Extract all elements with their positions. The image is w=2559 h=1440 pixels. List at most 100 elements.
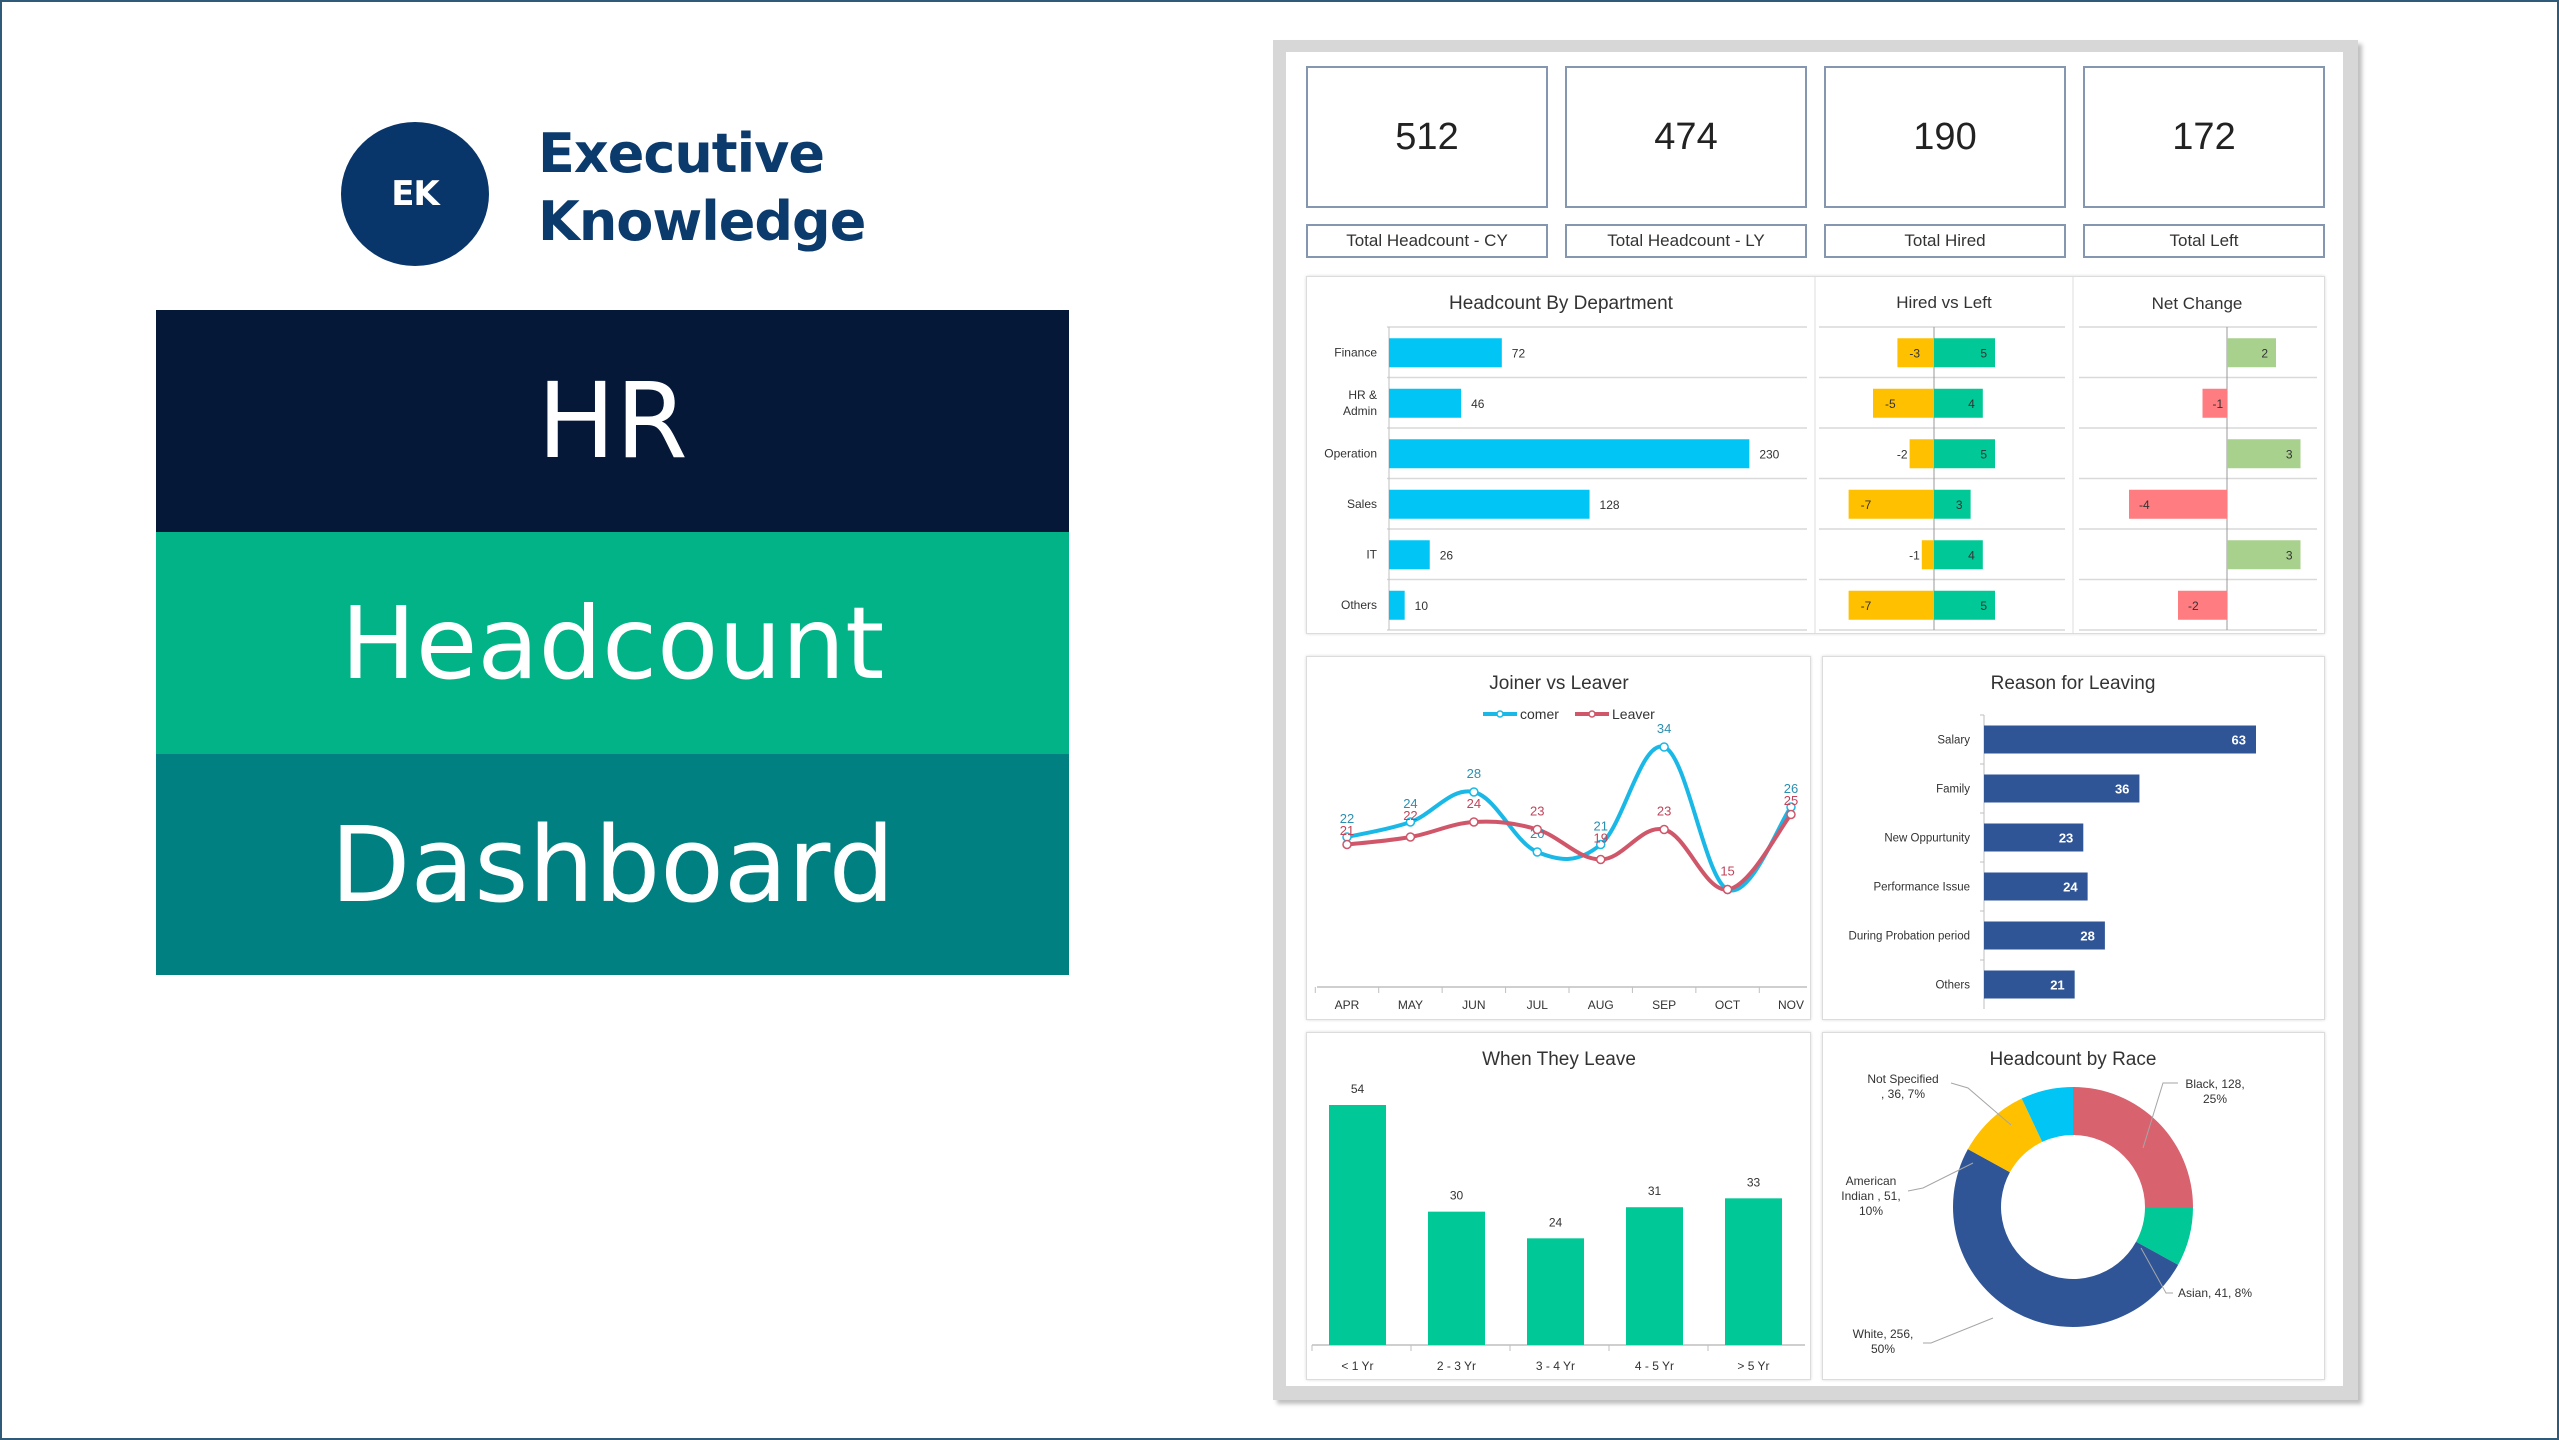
tenure-bar <box>1527 1238 1584 1345</box>
data-label-line: 50% <box>1871 1342 1895 1356</box>
department-bar <box>1389 439 1750 469</box>
title-band-headcount: Headcount <box>156 532 1069 754</box>
kpi-total-left-label: Total Left <box>2083 224 2325 258</box>
brand-name-line2: Knowledge <box>538 190 866 253</box>
data-label-line: American <box>1846 1174 1897 1188</box>
tenure-bar <box>1329 1105 1386 1345</box>
legend-marker <box>1588 710 1596 718</box>
data-point <box>1532 824 1543 835</box>
department-bar <box>1389 489 1590 519</box>
department-bar <box>1389 590 1405 620</box>
category-label: New Oppurtunity <box>1884 833 1970 845</box>
data-point <box>1659 742 1669 752</box>
leader-line <box>1923 1317 1994 1344</box>
data-label-line: , 36, 7% <box>1881 1087 1925 1101</box>
hired-bar <box>1934 540 1983 570</box>
when-they-leave-svg: When They Leave 54 < 1 Yr 30 2 - 3 Yr 24 3 - 4… <box>1311 1049 1805 1373</box>
data-label: 3 <box>1956 498 1963 512</box>
net-change-bar <box>2227 338 2276 368</box>
tenure-bar <box>1725 1198 1782 1345</box>
chart-title: Reason for Leaving <box>1991 673 2156 694</box>
x-tick-label: < 1 Yr <box>1341 1359 1373 1373</box>
headcount-by-race-svg: Headcount by Race Black, 128, 25% Asian, 41… <box>1841 1049 2252 1356</box>
chart-title: Headcount by Race <box>1990 1049 2157 1070</box>
data-label: 72 <box>1512 346 1526 360</box>
tenure-bar <box>1428 1211 1485 1345</box>
data-point <box>1595 854 1606 865</box>
left-bar <box>1873 388 1934 418</box>
data-label: -2 <box>1897 447 1908 461</box>
data-label: 128 <box>1600 498 1620 512</box>
data-label: 23 <box>1530 804 1544 819</box>
hired-bar <box>1934 388 1983 418</box>
data-point <box>1342 839 1352 850</box>
data-label: -7 <box>1861 599 1872 613</box>
data-label: -3 <box>1909 346 1920 360</box>
joiner-vs-leaver-chart: Joiner vs Leaver comer Leaver APR MAY JUN JUL A… <box>1306 656 1811 1020</box>
category-label: Performance Issue <box>1873 882 1970 894</box>
chart-title: When They Leave <box>1482 1049 1636 1070</box>
data-label: Black, 128, 25% <box>2185 1077 2244 1106</box>
data-label: White, 256, 50% <box>1853 1327 1914 1356</box>
data-label: 54 <box>1351 1082 1365 1096</box>
category-label: Operation <box>1324 446 1377 460</box>
data-point <box>1722 884 1733 895</box>
data-label: 19 <box>1593 831 1607 846</box>
department-bar <box>1389 540 1430 570</box>
data-label: 4 <box>1968 397 1975 411</box>
department-section: Headcount By Department Hired vs Left Net … <box>1306 276 2325 634</box>
x-tick-label: 4 - 5 Yr <box>1635 1359 1674 1373</box>
x-tick-label: OCT <box>1715 998 1741 1012</box>
legend-label: Leaver <box>1612 706 1655 722</box>
x-tick-label: SEP <box>1652 998 1676 1012</box>
kpi-total-hired-value: 190 <box>1824 66 2066 208</box>
category-label: Admin <box>1343 404 1377 418</box>
logo-badge: EK <box>341 122 489 266</box>
left-bar <box>1909 439 1934 469</box>
chart-title: Net Change <box>2152 294 2243 313</box>
data-label: Asian, 41, 8% <box>2178 1286 2252 1300</box>
data-label-line: 10% <box>1859 1204 1883 1218</box>
tenure-bar <box>1626 1207 1683 1345</box>
data-label: 21 <box>2050 978 2064 993</box>
category-label: Others <box>1341 598 1377 612</box>
data-label: 63 <box>2232 733 2246 748</box>
category-label: Salary <box>1937 735 1970 747</box>
reason-for-leaving-chart: Reason for Leaving Salary 63 Family 36 New Op… <box>1822 656 2325 1020</box>
data-label: 15 <box>1720 864 1734 879</box>
x-tick-label: NOV <box>1778 998 1804 1012</box>
data-point <box>1469 787 1479 797</box>
kpi-headcount-cy-value: 512 <box>1306 66 1548 208</box>
legend-marker <box>1496 710 1504 718</box>
data-point <box>1405 832 1416 842</box>
data-label: 23 <box>2059 831 2073 846</box>
race-slice-black <box>2073 1087 2193 1207</box>
x-tick-label: > 5 Yr <box>1737 1359 1769 1373</box>
data-label: 24 <box>2063 880 2078 895</box>
title-band-hr: HR <box>156 310 1069 532</box>
department-charts-svg: Headcount By Department Hired vs Left Net … <box>1324 277 2317 633</box>
data-label-line: Asian, 41, 8% <box>2178 1286 2252 1300</box>
data-label: 230 <box>1759 447 1779 461</box>
data-label: 22 <box>1403 808 1417 823</box>
data-label: 2 <box>2261 346 2268 360</box>
reason-bar <box>1984 725 2256 754</box>
data-label: 30 <box>1450 1189 1464 1203</box>
data-label: 10 <box>1415 599 1429 613</box>
brand-name-line1: Executive <box>538 122 825 185</box>
brand-name: Executive Knowledge <box>538 120 866 256</box>
net-change-bar <box>2178 590 2227 620</box>
data-label: 3 <box>2286 447 2293 461</box>
x-tick-label: AUG <box>1588 998 1614 1012</box>
data-point <box>1786 809 1796 820</box>
category-label: Family <box>1936 784 1970 796</box>
joiner-vs-leaver-svg: Joiner vs Leaver comer Leaver APR MAY JUN JUL A… <box>1314 673 1807 1012</box>
data-label-line: Indian , 51, <box>1841 1189 1900 1203</box>
kpi-total-left-value: 172 <box>2083 66 2325 208</box>
category-label: During Probation period <box>1849 931 1970 943</box>
data-label: 36 <box>2115 782 2129 797</box>
data-label: -1 <box>2213 397 2224 411</box>
dashboard-panel: 512 474 190 172 Total Headcount - CY Tot… <box>1273 40 2358 1400</box>
data-label: 26 <box>1440 548 1454 562</box>
headcount-by-race-chart: Headcount by Race Black, 128, 25% Asian, 41… <box>1822 1032 2325 1380</box>
